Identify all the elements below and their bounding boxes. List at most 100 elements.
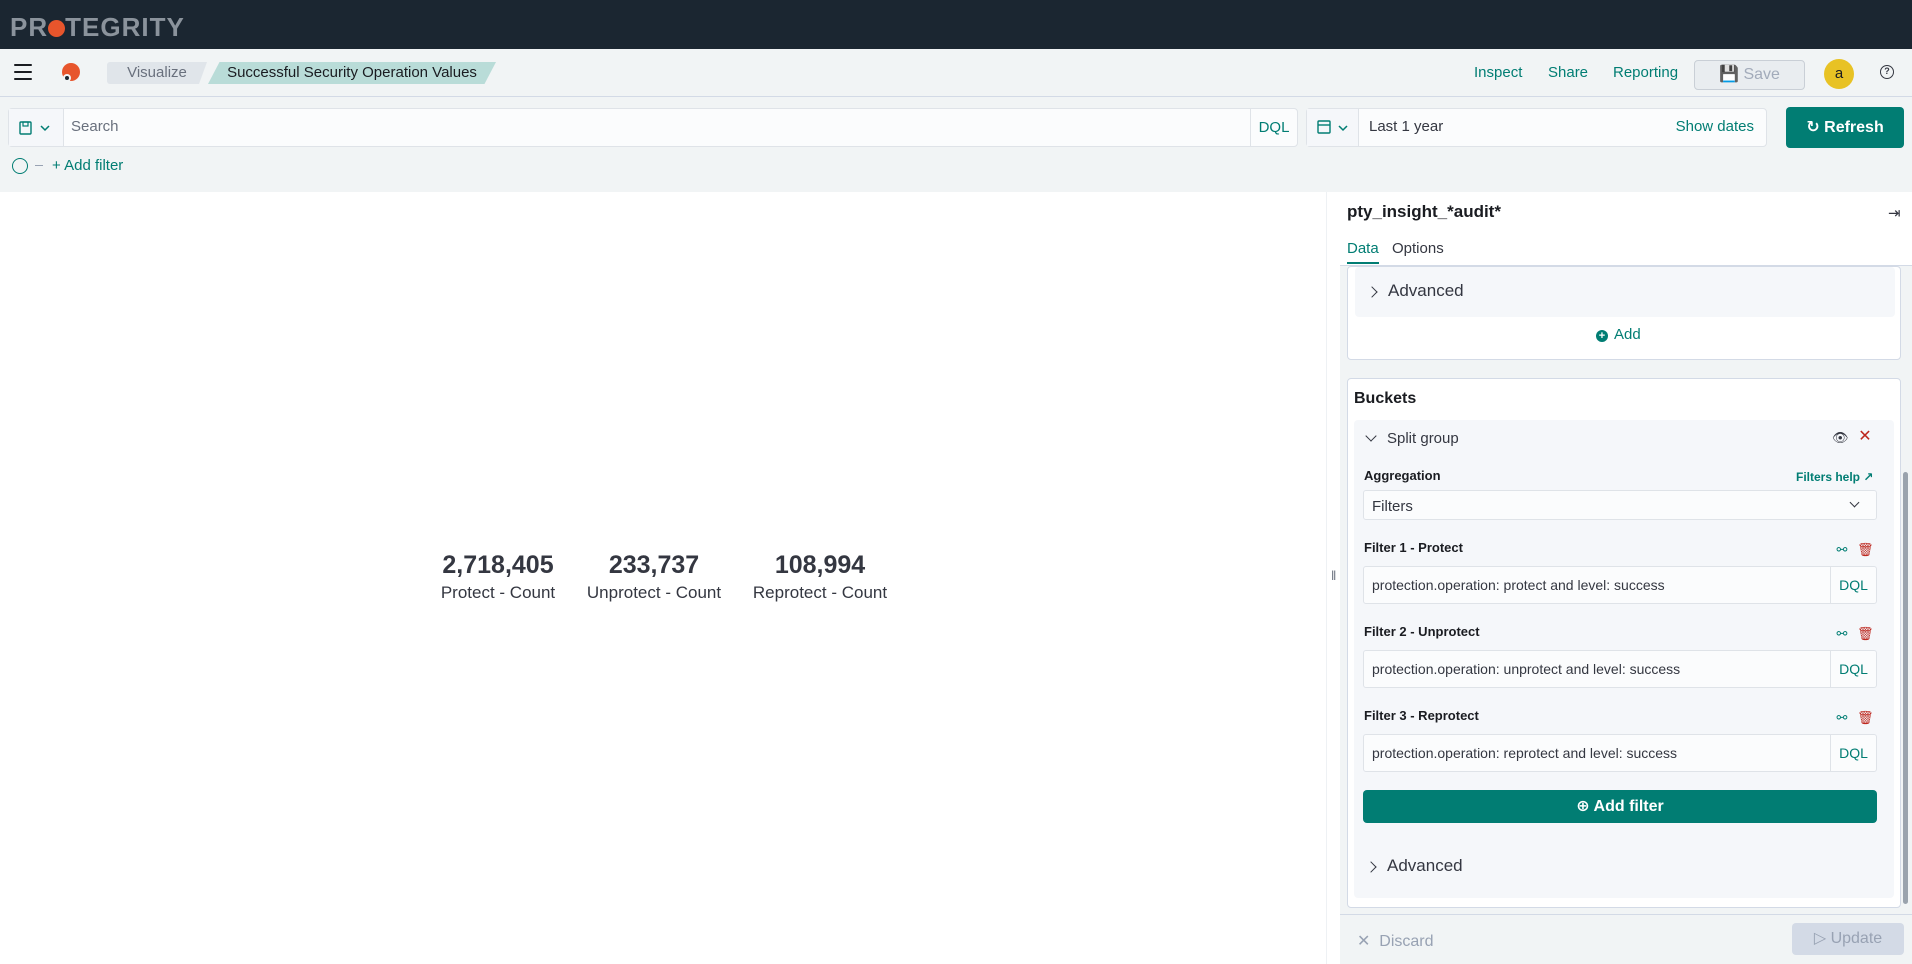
logo-dot-icon bbox=[48, 20, 66, 37]
chevron-right-icon bbox=[1366, 286, 1378, 298]
metric-unprotect: 233,737 Unprotect - Count bbox=[582, 551, 726, 603]
save-icon: 💾 bbox=[1719, 66, 1739, 83]
filter-1-label: Filter 1 - Protect bbox=[1364, 540, 1463, 555]
external-link-icon: ↗ bbox=[1863, 470, 1874, 484]
filter-3-label: Filter 3 - Reprotect bbox=[1364, 708, 1479, 723]
toggle-visibility-icon[interactable]: 👁 bbox=[1832, 430, 1849, 446]
filter-2-query-input[interactable]: protection.operation: unprotect and leve… bbox=[1372, 661, 1680, 677]
logo-text-prefix: PR bbox=[10, 12, 49, 42]
search-box: Search DQL bbox=[8, 108, 1298, 147]
tab-data[interactable]: Data bbox=[1347, 240, 1379, 264]
remove-bucket-icon[interactable]: ✕ bbox=[1857, 429, 1873, 445]
metric-protect: 2,718,405 Protect - Count bbox=[434, 551, 562, 603]
sidebar-header: pty_insight_*audit* ⇥ Data Options bbox=[1340, 192, 1912, 266]
index-pattern-title: pty_insight_*audit* bbox=[1347, 202, 1501, 221]
tag-icon[interactable]: ⚯ bbox=[1834, 710, 1850, 726]
refresh-label: Refresh bbox=[1824, 119, 1884, 136]
buckets-title: Buckets bbox=[1354, 390, 1417, 407]
tab-options[interactable]: Options bbox=[1392, 240, 1444, 257]
inspect-link[interactable]: Inspect bbox=[1474, 64, 1522, 81]
update-button[interactable]: ▷ Update bbox=[1792, 923, 1904, 955]
add-label: Add bbox=[1614, 326, 1641, 343]
saved-query-menu[interactable] bbox=[9, 109, 64, 146]
resize-grip-icon: ‖ bbox=[1331, 568, 1337, 583]
metric-label: Reprotect - Count bbox=[752, 583, 888, 602]
metric-label: Protect - Count bbox=[440, 583, 556, 602]
quick-menu[interactable] bbox=[1307, 109, 1359, 146]
refresh-button[interactable]: ↻ Refresh bbox=[1786, 107, 1904, 148]
time-range-value[interactable]: Last 1 year bbox=[1369, 118, 1443, 135]
refresh-icon: ↻ bbox=[1806, 119, 1820, 136]
filter-3-query-input[interactable]: protection.operation: reprotect and leve… bbox=[1372, 745, 1677, 761]
filters-help-label: Filters help bbox=[1796, 470, 1861, 484]
metric-value: 108,994 bbox=[774, 551, 866, 579]
metrics-advanced-toggle[interactable]: Advanced bbox=[1366, 281, 1464, 301]
top-header: PR TEGRITY bbox=[0, 0, 1912, 49]
bucket-advanced-toggle[interactable]: Advanced bbox=[1365, 856, 1463, 876]
breadcrumb-visualize[interactable]: Visualize bbox=[107, 62, 207, 84]
sidebar-scrollbar[interactable] bbox=[1903, 472, 1908, 904]
filter-2-query-field[interactable]: protection.operation: unprotect and leve… bbox=[1363, 650, 1877, 688]
add-filter-label: Add filter bbox=[1593, 798, 1664, 815]
delete-icon[interactable]: 🗑 bbox=[1857, 626, 1874, 642]
discard-label: Discard bbox=[1379, 933, 1434, 950]
filter-1-query-field[interactable]: protection.operation: protect and level:… bbox=[1363, 566, 1877, 604]
split-group-toggle[interactable]: Split group bbox=[1365, 430, 1459, 447]
protegrity-logo[interactable]: PR TEGRITY bbox=[10, 12, 185, 43]
date-picker: Last 1 year Show dates bbox=[1306, 108, 1767, 147]
filter-divider bbox=[35, 165, 43, 166]
query-language-toggle[interactable]: DQL bbox=[1250, 109, 1297, 146]
filters-help-link[interactable]: Filters help ↗ bbox=[1796, 470, 1873, 484]
delete-icon[interactable]: 🗑 bbox=[1857, 710, 1874, 726]
discard-button[interactable]: ✕ Discard bbox=[1357, 931, 1434, 951]
saved-query-icon bbox=[19, 121, 50, 135]
filter-2-label: Filter 2 - Unprotect bbox=[1364, 624, 1480, 639]
chevron-down-icon bbox=[1849, 497, 1860, 508]
calendar-icon bbox=[1317, 120, 1348, 134]
show-dates-link[interactable]: Show dates bbox=[1676, 118, 1754, 135]
add-metric-button[interactable]: + Add bbox=[1596, 326, 1641, 343]
editor-sidebar: pty_insight_*audit* ⇥ Data Options Advan… bbox=[1340, 192, 1912, 964]
panel-resize-handle[interactable]: ‖ bbox=[1326, 192, 1340, 964]
update-label: Update bbox=[1830, 930, 1883, 947]
chevron-right-icon bbox=[1365, 861, 1377, 873]
split-group-label: Split group bbox=[1387, 430, 1459, 447]
metric-value: 233,737 bbox=[608, 551, 700, 579]
filter-2-language-toggle[interactable]: DQL bbox=[1830, 651, 1876, 687]
sidebar-footer: ✕ Discard ▷ Update bbox=[1340, 914, 1912, 964]
breadcrumb-current: Successful Security Operation Values bbox=[208, 62, 496, 84]
add-filter-link[interactable]: + Add filter bbox=[52, 157, 123, 174]
metrics-card: Advanced + Add bbox=[1347, 266, 1901, 360]
metric-value: 2,718,405 bbox=[442, 551, 554, 579]
user-avatar[interactable]: a bbox=[1824, 59, 1854, 89]
chevron-down-icon bbox=[1365, 430, 1377, 442]
filter-options-icon[interactable] bbox=[12, 158, 28, 174]
tag-icon[interactable]: ⚯ bbox=[1834, 542, 1850, 558]
plus-circle-icon: + bbox=[1596, 330, 1608, 342]
aggregation-select[interactable]: Filters bbox=[1363, 490, 1877, 520]
collapse-sidebar-icon[interactable]: ⇥ bbox=[1888, 204, 1901, 222]
aggregation-value: Filters bbox=[1372, 498, 1413, 515]
filter-3-query-field[interactable]: protection.operation: reprotect and leve… bbox=[1363, 734, 1877, 772]
metric-reprotect: 108,994 Reprotect - Count bbox=[748, 551, 892, 603]
reporting-link[interactable]: Reporting bbox=[1613, 64, 1678, 81]
metric-label: Unprotect - Count bbox=[586, 583, 722, 602]
app-logo-icon[interactable] bbox=[58, 61, 82, 85]
tag-icon[interactable]: ⚯ bbox=[1834, 626, 1850, 642]
filter-3-language-toggle[interactable]: DQL bbox=[1830, 735, 1876, 771]
nav-bar: Visualize Successful Security Operation … bbox=[0, 49, 1912, 97]
logo-text-suffix: TEGRITY bbox=[65, 12, 185, 42]
visualization-area: 2,718,405 Protect - Count 233,737 Unprot… bbox=[0, 192, 1326, 964]
delete-icon[interactable]: 🗑 bbox=[1857, 542, 1874, 558]
add-filter-button[interactable]: ⊕ Add filter bbox=[1363, 790, 1877, 823]
help-icon[interactable]: ? bbox=[1880, 65, 1894, 79]
save-button[interactable]: 💾 Save bbox=[1694, 60, 1805, 90]
filter-1-query-input[interactable]: protection.operation: protect and level:… bbox=[1372, 577, 1665, 593]
share-link[interactable]: Share bbox=[1548, 64, 1588, 81]
advanced-label: Advanced bbox=[1388, 281, 1464, 300]
search-input[interactable]: Search bbox=[71, 118, 119, 135]
aggregation-label: Aggregation bbox=[1364, 468, 1441, 483]
close-icon: ✕ bbox=[1357, 933, 1371, 950]
menu-icon[interactable] bbox=[14, 64, 32, 80]
filter-1-language-toggle[interactable]: DQL bbox=[1830, 567, 1876, 603]
